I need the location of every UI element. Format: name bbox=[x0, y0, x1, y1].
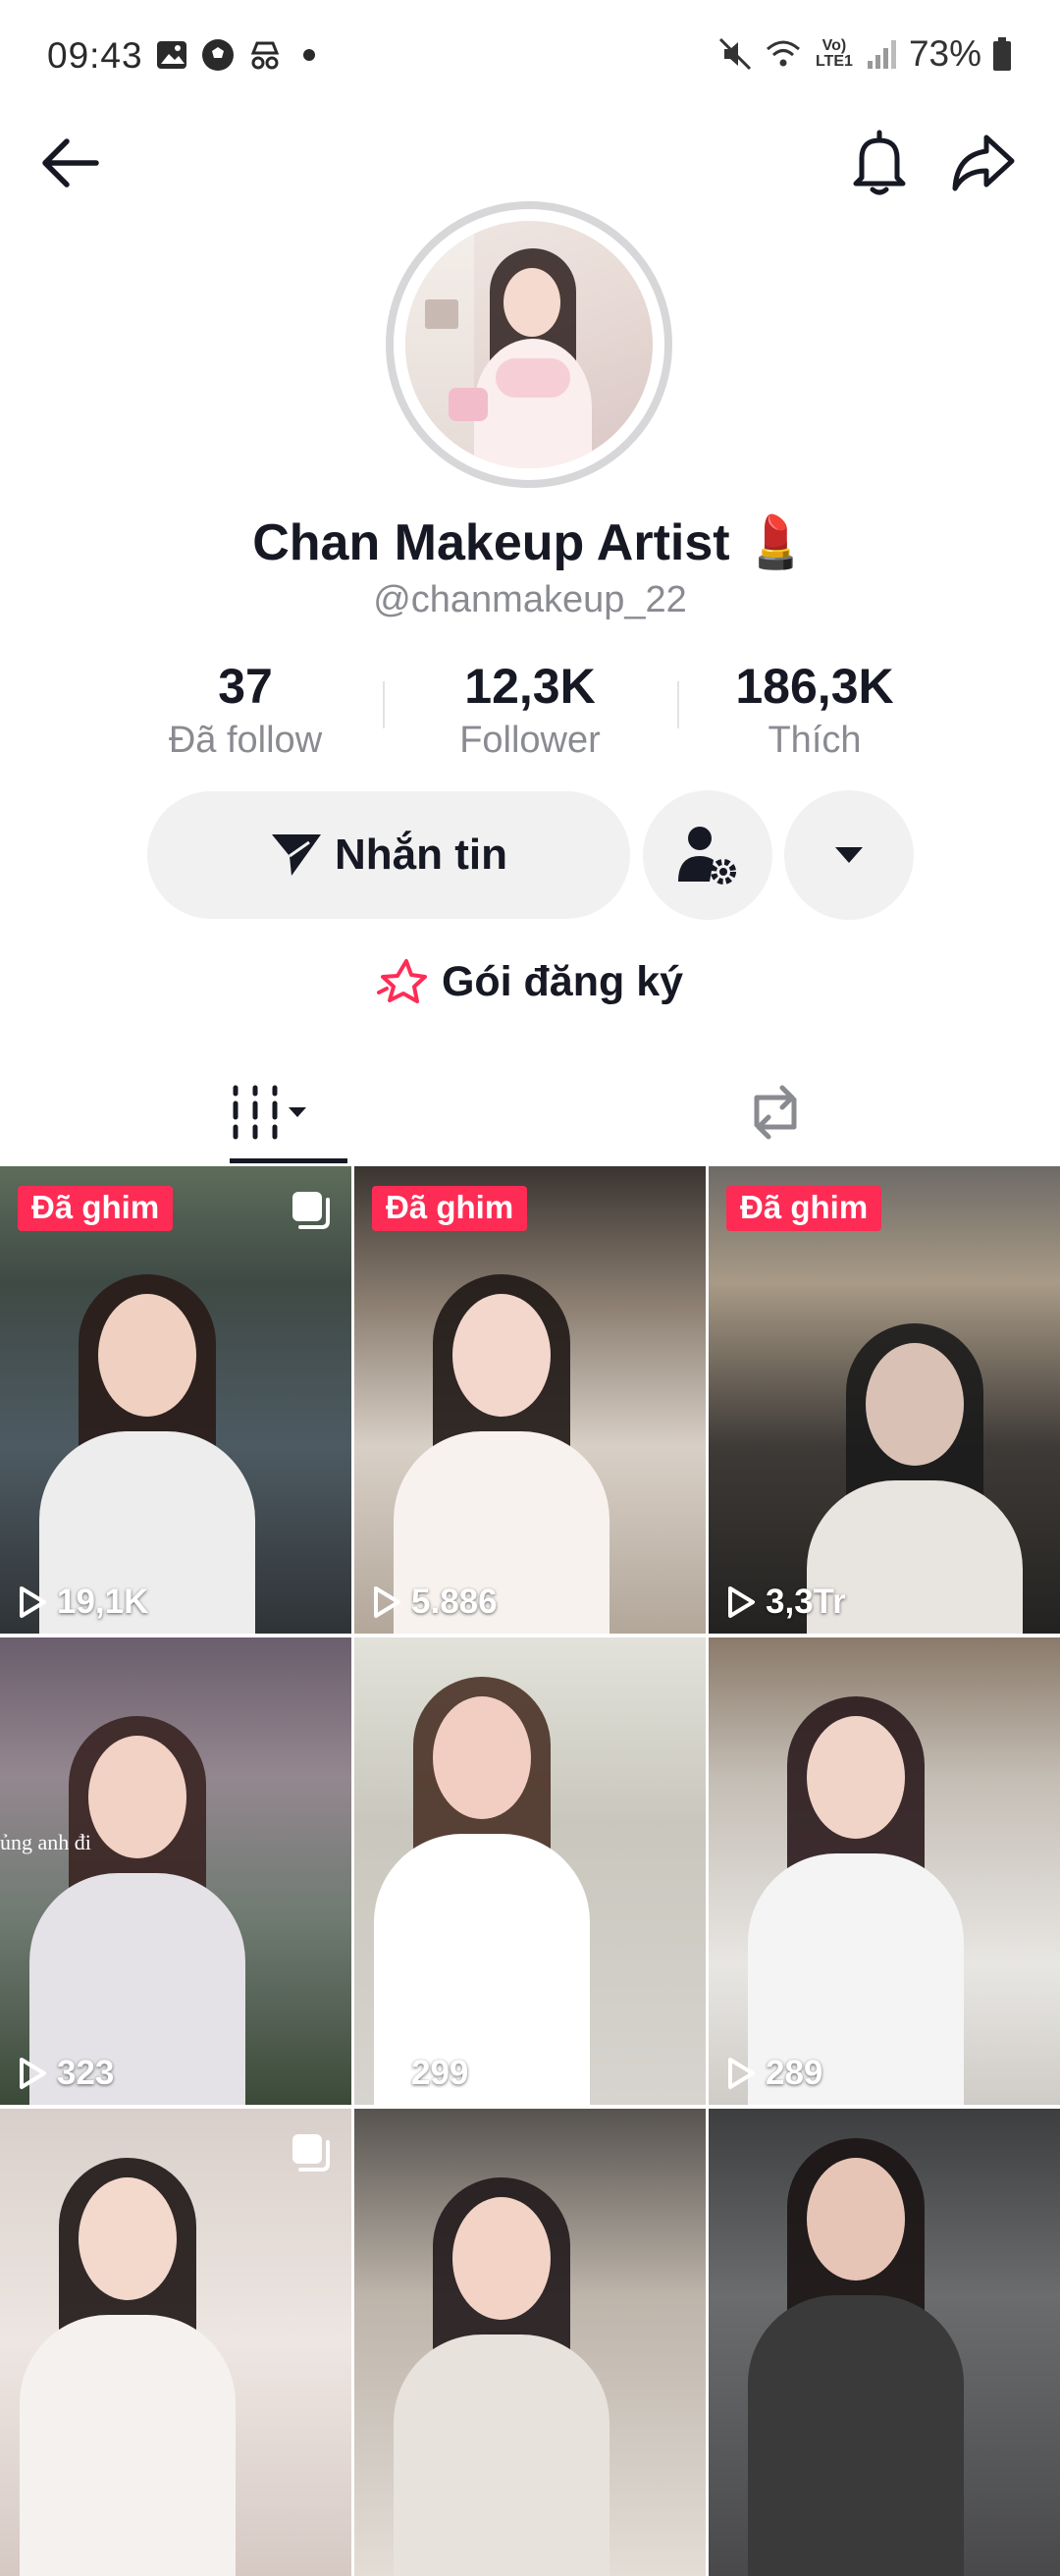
stat-following-label: Đã follow bbox=[168, 720, 323, 761]
repost-icon bbox=[754, 1085, 797, 1140]
thumbnail-figure-face bbox=[433, 1696, 531, 1819]
pinned-badge: Đã ghim bbox=[372, 1186, 528, 1231]
view-count: 289 bbox=[726, 2054, 822, 2093]
subscription-label: Gói đăng ký bbox=[441, 957, 684, 1005]
play-outline-icon bbox=[20, 1586, 46, 1618]
thumbnail-figure-body bbox=[20, 2315, 236, 2576]
tab-active-indicator bbox=[230, 1158, 347, 1163]
video-tile[interactable] bbox=[354, 2109, 706, 2576]
wifi-icon bbox=[766, 40, 800, 67]
stat-following-value: 37 bbox=[218, 659, 273, 714]
thumbnail-figure-body bbox=[394, 2334, 610, 2576]
person-settings-icon bbox=[678, 827, 736, 885]
photo-carousel-icon bbox=[292, 1192, 330, 1229]
send-message-icon bbox=[272, 834, 321, 876]
bell-icon bbox=[853, 130, 906, 195]
video-tile[interactable] bbox=[709, 2109, 1060, 2576]
profile-username: @chanmakeup_22 bbox=[373, 579, 687, 620]
thumbnail-figure-face bbox=[452, 2197, 551, 2320]
play-outline-icon bbox=[20, 2058, 46, 2089]
thumbnail-figure-face bbox=[866, 1343, 964, 1466]
thumbnail-figure-face bbox=[807, 2158, 905, 2281]
more-options-button[interactable] bbox=[784, 790, 914, 920]
status-system-icons: Vo) LTE1 73% bbox=[716, 33, 1013, 75]
share-button[interactable] bbox=[944, 124, 1023, 202]
video-tile[interactable]: 289 bbox=[709, 1637, 1060, 2105]
thumbnail-figure-face bbox=[452, 1294, 551, 1417]
view-count-text: 5.886 bbox=[411, 1583, 498, 1621]
mute-icon bbox=[718, 37, 751, 71]
avatar-photo bbox=[405, 221, 653, 468]
incognito-icon bbox=[250, 41, 280, 70]
view-count-text: 3,3Tr bbox=[766, 1583, 846, 1621]
view-count-text: 19,1K bbox=[57, 1583, 149, 1621]
view-count: 3,3Tr bbox=[726, 1583, 846, 1622]
view-count: 323 bbox=[18, 2054, 114, 2093]
stat-likes-label: Thích bbox=[768, 720, 862, 761]
network-label: Vo) LTE1 bbox=[815, 37, 853, 70]
thumbnail-caption-text: ủng anh đi bbox=[0, 1830, 91, 1854]
caret-down-icon bbox=[835, 847, 863, 863]
profile-display-name: Chan Makeup Artist 💄 bbox=[252, 514, 808, 571]
view-count-text: 289 bbox=[766, 2054, 823, 2092]
gallery-icon bbox=[157, 41, 186, 69]
soccer-ball-icon bbox=[202, 39, 234, 71]
video-tile[interactable]: Đã ghim 3,3Tr bbox=[709, 1166, 1060, 1634]
status-notification-icons bbox=[155, 37, 324, 73]
stat-likes-value: 186,3K bbox=[735, 659, 894, 714]
signal-icon bbox=[867, 40, 896, 69]
video-tile[interactable]: 299 bbox=[354, 1637, 706, 2105]
video-tile[interactable] bbox=[0, 2109, 351, 2576]
profile-stats: 37 Đã follow 12,3K Follower 186,3K Thích bbox=[108, 656, 952, 764]
view-count: 5.886 bbox=[372, 1583, 498, 1622]
star-outline-icon bbox=[376, 959, 427, 1003]
play-outline-icon bbox=[374, 1586, 400, 1618]
tab-reposts[interactable] bbox=[736, 1078, 815, 1147]
profile-tabs bbox=[0, 1050, 1060, 1166]
profile-avatar[interactable] bbox=[386, 201, 672, 488]
caret-down-small-icon bbox=[289, 1107, 306, 1117]
view-count: 299 bbox=[372, 2054, 468, 2093]
stat-likes[interactable]: 186,3K Thích bbox=[677, 656, 952, 764]
message-button-label: Nhắn tin bbox=[335, 831, 507, 879]
status-time: 09:43 bbox=[47, 35, 143, 76]
play-outline-icon bbox=[374, 2058, 400, 2089]
thumbnail-figure-body bbox=[748, 2295, 964, 2576]
grid-bars-icon bbox=[233, 1085, 278, 1140]
thumbnail-figure-face bbox=[79, 2177, 177, 2300]
video-grid: Đã ghim 19,1K Đã ghim 5.886 Đã ghim 3,3Tr ủng … bbox=[0, 1166, 1060, 2576]
photo-carousel-icon bbox=[292, 2134, 330, 2172]
play-outline-icon bbox=[728, 1586, 755, 1618]
dot-icon bbox=[303, 49, 315, 61]
pinned-badge: Đã ghim bbox=[18, 1186, 174, 1231]
subscription-link[interactable]: Gói đăng ký bbox=[0, 957, 1060, 1006]
stat-divider bbox=[383, 681, 385, 728]
add-friend-button[interactable] bbox=[643, 790, 772, 920]
video-tile[interactable]: Đã ghim 19,1K bbox=[0, 1166, 351, 1634]
stat-following[interactable]: 37 Đã follow bbox=[108, 656, 383, 764]
notifications-button[interactable] bbox=[840, 124, 919, 202]
stat-followers-label: Follower bbox=[459, 720, 601, 761]
share-arrow-icon bbox=[952, 134, 1015, 191]
view-count-text: 299 bbox=[411, 2054, 469, 2092]
tab-videos[interactable] bbox=[230, 1078, 357, 1147]
video-tile[interactable]: Đã ghim 5.886 bbox=[354, 1166, 706, 1634]
pinned-badge: Đã ghim bbox=[726, 1186, 882, 1231]
battery-icon bbox=[993, 37, 1011, 71]
back-button[interactable] bbox=[31, 124, 110, 202]
view-count: 19,1K bbox=[18, 1583, 148, 1622]
battery-percentage: 73% bbox=[908, 33, 981, 74]
thumbnail-figure-face bbox=[807, 1716, 905, 1839]
stat-followers[interactable]: 12,3K Follower bbox=[393, 656, 667, 764]
view-count-text: 323 bbox=[57, 2054, 115, 2092]
stat-divider bbox=[677, 681, 679, 728]
video-tile[interactable]: ủng anh đi 323 bbox=[0, 1637, 351, 2105]
arrow-left-icon bbox=[42, 138, 99, 188]
play-outline-icon bbox=[728, 2058, 755, 2089]
stat-followers-value: 12,3K bbox=[464, 659, 596, 714]
thumbnail-figure-face bbox=[88, 1736, 186, 1858]
message-button[interactable]: Nhắn tin bbox=[147, 791, 630, 919]
thumbnail-figure-face bbox=[98, 1294, 196, 1417]
